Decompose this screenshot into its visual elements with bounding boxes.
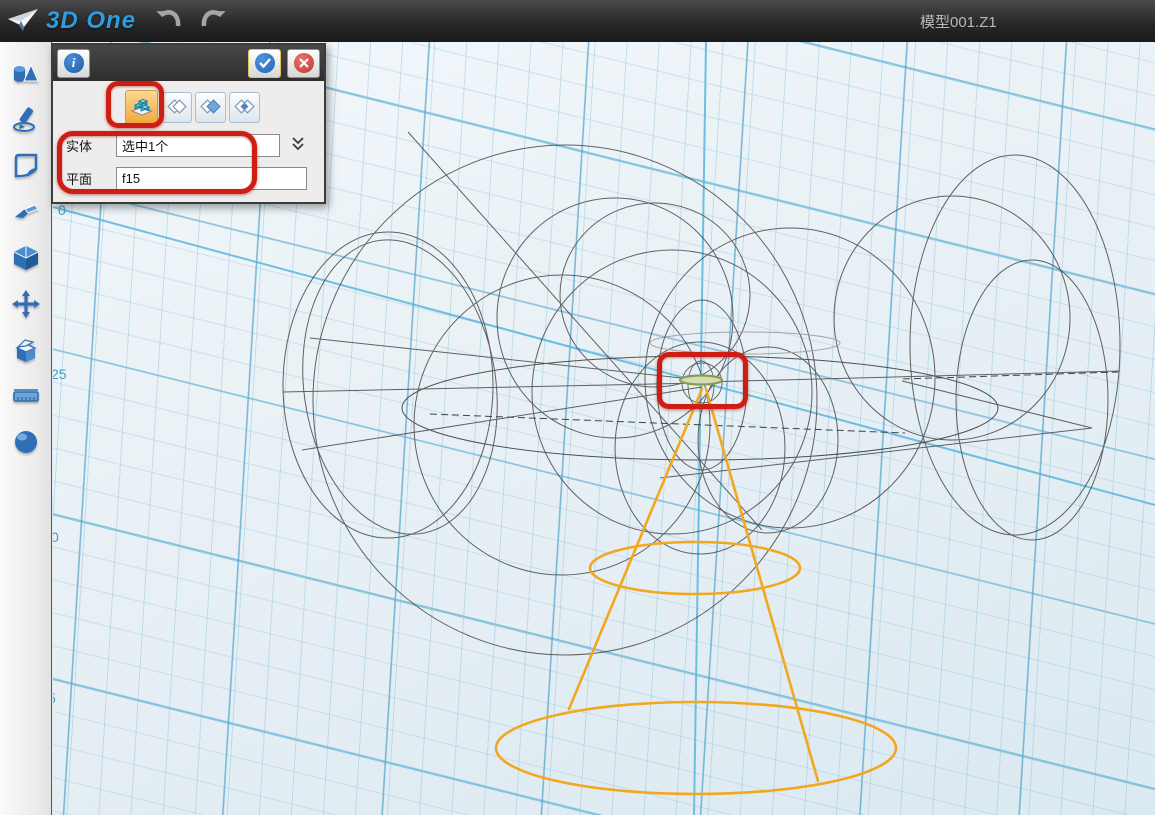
move-transform-icon — [11, 289, 41, 319]
combine-box-icon — [11, 335, 41, 365]
sidebar-tool-primitive-solids[interactable] — [6, 54, 46, 94]
undo-icon — [152, 6, 182, 34]
entity-field-row: 实体 — [66, 133, 324, 157]
command-dialog: i — [51, 43, 326, 204]
close-icon — [294, 53, 314, 73]
redo-icon — [200, 6, 230, 34]
dialog-header: i — [53, 45, 324, 81]
mode-button-row — [125, 90, 324, 124]
cancel-button[interactable] — [287, 49, 320, 78]
selected-plane-f15[interactable] — [680, 376, 722, 385]
sidebar-tool-sketch-plane[interactable] — [6, 146, 46, 186]
sidebar-tool-trim-material[interactable] — [6, 192, 46, 232]
mode-diamond-filled-button[interactable] — [195, 92, 226, 123]
top-bar: 3D One 模型001.Z1 — [0, 0, 1155, 42]
plane-field-input[interactable] — [116, 167, 307, 190]
trim-material-icon — [11, 197, 41, 227]
special-feature-cube-icon — [11, 243, 41, 273]
check-icon — [255, 53, 275, 73]
logo-text: 3D One — [46, 7, 136, 35]
sidebar-tool-render[interactable] — [6, 422, 46, 462]
entity-field-input[interactable] — [116, 134, 280, 157]
plane-field-label: 平面 — [66, 169, 116, 188]
paper-plane-icon — [6, 7, 42, 35]
sketch-pen-icon — [11, 105, 41, 135]
render-sphere-icon — [11, 427, 41, 457]
plane-field-row: 平面 — [66, 166, 324, 190]
sketch-plane-icon — [11, 151, 41, 181]
tool-sidebar — [0, 42, 52, 815]
mode-diamonds-dot-button[interactable] — [229, 92, 260, 123]
mode-base-solids-button[interactable] — [125, 90, 158, 124]
sidebar-tool-measure[interactable] — [6, 376, 46, 416]
app-window: 3D One 模型001.Z1 — [0, 0, 1155, 815]
diamonds-outline-icon — [165, 95, 189, 119]
primitive-solids-icon — [11, 59, 41, 89]
sidebar-tool-move-transform[interactable] — [6, 284, 46, 324]
diamonds-dot-icon — [233, 95, 257, 119]
sidebar-tool-special-feature[interactable] — [6, 238, 46, 278]
entity-field-label: 实体 — [66, 136, 116, 155]
double-chevron-down-icon — [290, 136, 306, 152]
info-icon: i — [64, 53, 84, 73]
confirm-button[interactable] — [248, 49, 281, 78]
diamond-filled-right-icon — [199, 95, 223, 119]
measure-ruler-icon — [11, 381, 41, 411]
expand-button[interactable] — [288, 135, 308, 155]
info-button[interactable]: i — [57, 49, 90, 78]
redo-button[interactable] — [198, 6, 232, 36]
mode-diamonds-outline-button[interactable] — [161, 92, 192, 123]
sidebar-tool-combine[interactable] — [6, 330, 46, 370]
app-logo: 3D One — [0, 7, 136, 35]
document-title: 模型001.Z1 — [920, 11, 997, 32]
undo-button[interactable] — [150, 6, 184, 36]
base-solids-icon — [129, 94, 155, 120]
sidebar-tool-sketch-pen[interactable] — [6, 100, 46, 140]
